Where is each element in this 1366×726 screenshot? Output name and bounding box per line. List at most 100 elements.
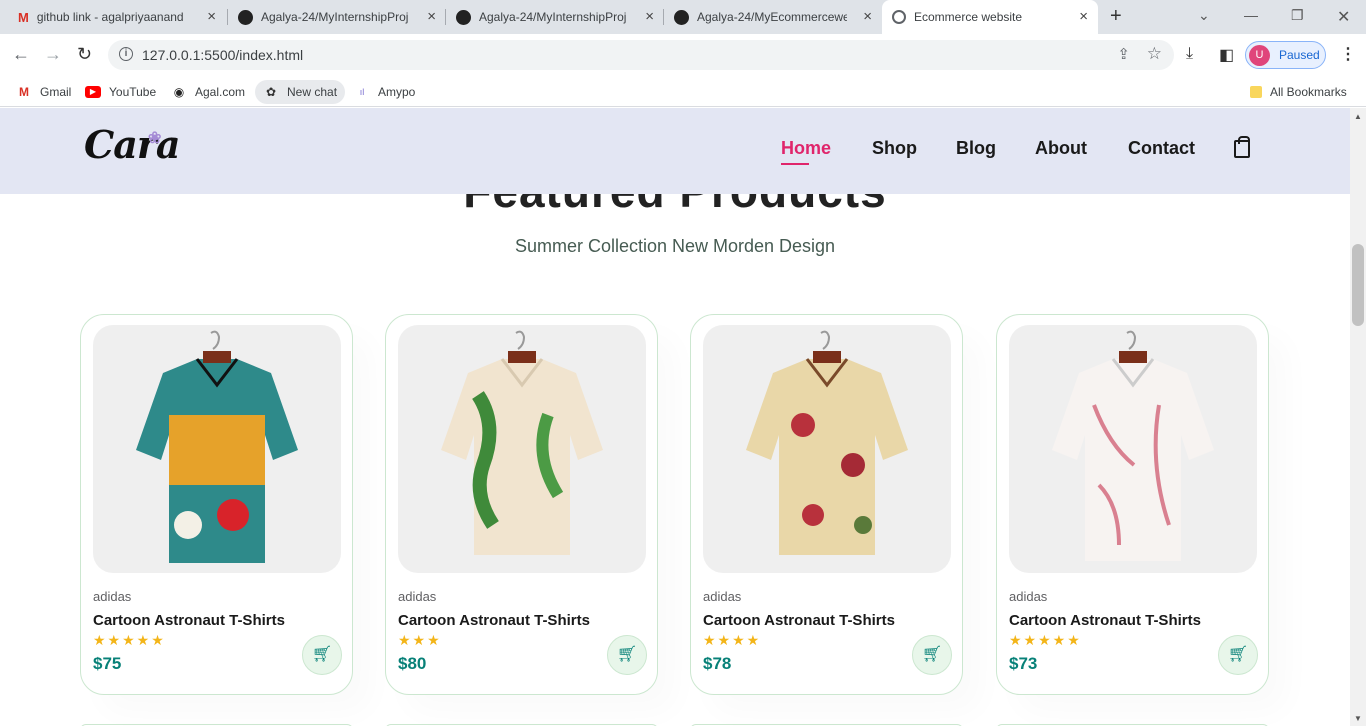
scroll-down-icon[interactable]: ▼ [1354, 714, 1362, 723]
section-subtitle: Summer Collection New Morden Design [514, 236, 836, 256]
new-tab-icon[interactable]: + [1110, 5, 1122, 28]
close-icon[interactable]: × [645, 9, 654, 24]
site-logo[interactable]: Cara ❀ [84, 122, 181, 167]
product-image[interactable] [1009, 325, 1257, 573]
nav-contact[interactable]: Contact [1128, 138, 1195, 159]
nav-about[interactable]: About [1035, 138, 1087, 159]
bookmarks-bar: M Gmail ▶ YouTube ◉ Agal.com ✿ New chat … [0, 76, 1366, 107]
shirt-image [441, 330, 603, 555]
menu-kebab-icon[interactable]: ⋮ [1340, 44, 1356, 64]
product-rating: ★★★ [398, 632, 442, 648]
product-card[interactable]: adidas Cartoon Astronaut T-Shirts ★★★ $8… [385, 314, 658, 695]
close-icon[interactable]: × [1079, 9, 1088, 24]
bookmark-amypo[interactable]: ıl Amypo [350, 80, 419, 104]
share-icon[interactable]: ⇪ [1117, 45, 1130, 63]
github-icon [456, 9, 471, 25]
globe-icon [892, 10, 906, 24]
globe-icon: ◉ [173, 85, 185, 99]
product-name[interactable]: Cartoon Astronaut T-Shirts [703, 612, 895, 629]
github-icon [238, 9, 253, 25]
browser-tab[interactable]: Agalya-24/MyEcommercewe × [664, 0, 882, 34]
minimize-icon[interactable]: — [1244, 7, 1258, 23]
tab-strip: M github link - agalpriyaanand × Agalya-… [0, 0, 1366, 34]
shopping-bag-icon[interactable] [1234, 136, 1250, 158]
bookmark-label: Amypo [378, 85, 416, 99]
add-to-cart-button[interactable]: 🛒︎ [912, 635, 952, 675]
folder-icon [1250, 86, 1262, 98]
download-icon[interactable]: ⤓ [1186, 45, 1193, 63]
bookmark-label: New chat [287, 85, 338, 99]
close-icon[interactable]: × [863, 9, 872, 24]
close-icon[interactable]: × [207, 9, 216, 24]
tab-search-icon[interactable]: ⌄ [1198, 7, 1210, 24]
gmail-icon: M [18, 9, 29, 25]
bookmark-youtube[interactable]: ▶ YouTube [81, 80, 160, 104]
product-name[interactable]: Cartoon Astronaut T-Shirts [93, 612, 285, 629]
close-icon[interactable]: × [427, 9, 436, 24]
product-card[interactable]: adidas Cartoon Astronaut T-Shirts ★★★★ $… [690, 314, 963, 695]
address-bar[interactable]: i 127.0.0.1:5500/index.html ⇪ ☆ [108, 40, 1174, 70]
shirt-image [1052, 330, 1214, 561]
chatgpt-icon: ✿ [265, 85, 277, 99]
add-to-cart-button[interactable]: 🛒︎ [302, 635, 342, 675]
bookmark-new-chat[interactable]: ✿ New chat [255, 80, 346, 104]
product-image[interactable] [93, 325, 341, 573]
bookmark-star-icon[interactable]: ☆ [1147, 44, 1162, 64]
product-image[interactable] [703, 325, 951, 573]
site-header: Cara ❀ Home Shop Blog About Contact [0, 108, 1350, 194]
product-brand: adidas [398, 589, 437, 604]
browser-toolbar: ← → ↻ i 127.0.0.1:5500/index.html ⇪ ☆ ⤓ … [0, 34, 1366, 76]
all-bookmarks[interactable]: All Bookmarks [1246, 80, 1351, 104]
tab-title: Agalya-24/MyInternshipProj [261, 10, 409, 24]
cart-icon: 🛒︎ [921, 646, 943, 663]
bookmark-label: Gmail [40, 85, 72, 99]
profile-button[interactable]: U Paused [1245, 41, 1326, 69]
product-brand: adidas [93, 589, 132, 604]
tab-title: Agalya-24/MyEcommercewe [697, 10, 847, 24]
cart-icon: 🛒︎ [1227, 646, 1249, 663]
add-to-cart-button[interactable]: 🛒︎ [1218, 635, 1258, 675]
logo-text: Cara [84, 122, 181, 167]
scrollbar-track[interactable] [1350, 108, 1366, 726]
scroll-up-icon[interactable]: ▲ [1354, 112, 1362, 121]
browser-tab[interactable]: Agalya-24/MyInternshipProj × [446, 0, 664, 34]
browser-tab-active[interactable]: Ecommerce website × [882, 0, 1098, 34]
tab-title: github link - agalpriyaanand [36, 10, 184, 24]
nav-shop[interactable]: Shop [872, 138, 917, 159]
bookmark-agal[interactable]: ◉ Agal.com [167, 80, 249, 104]
bookmark-label: Agal.com [195, 85, 246, 99]
product-brand: adidas [1009, 589, 1048, 604]
site-info-icon[interactable]: i [119, 47, 133, 61]
bookmark-gmail[interactable]: M Gmail [12, 80, 75, 104]
product-card[interactable]: adidas Cartoon Astronaut T-Shirts ★★★★★ … [996, 314, 1269, 695]
avatar: U [1249, 45, 1270, 66]
all-bookmarks-label: All Bookmarks [1270, 85, 1347, 99]
profile-status: Paused [1279, 48, 1320, 62]
nav-blog[interactable]: Blog [956, 138, 996, 159]
product-card[interactable]: adidas Cartoon Astronaut T-Shirts ★★★★★ … [80, 314, 353, 695]
nav-home[interactable]: Home [781, 138, 831, 165]
gmail-icon: M [19, 85, 29, 99]
close-window-icon[interactable]: ✕ [1337, 7, 1350, 27]
browser-tab[interactable]: M github link - agalpriyaanand × [8, 0, 226, 34]
product-price: $78 [703, 654, 732, 673]
bookmark-label: YouTube [109, 85, 157, 99]
reload-icon[interactable]: ↻ [77, 44, 92, 65]
browser-tab[interactable]: Agalya-24/MyInternshipProj × [228, 0, 446, 34]
forward-icon[interactable]: → [44, 44, 62, 65]
product-price: $75 [93, 654, 122, 673]
back-icon[interactable]: ← [12, 44, 30, 65]
url-text[interactable]: 127.0.0.1:5500/index.html [142, 47, 303, 63]
lavender-icon: ❀ [148, 128, 161, 147]
restore-icon[interactable]: ❐ [1291, 7, 1304, 24]
amypo-icon: ıl [359, 87, 365, 97]
product-rating: ★★★★ [703, 632, 762, 648]
product-name[interactable]: Cartoon Astronaut T-Shirts [1009, 612, 1201, 629]
product-name[interactable]: Cartoon Astronaut T-Shirts [398, 612, 590, 629]
scrollbar-thumb[interactable] [1352, 244, 1364, 326]
add-to-cart-button[interactable]: 🛒︎ [607, 635, 647, 675]
product-rating: ★★★★★ [1009, 632, 1082, 648]
cart-icon: 🛒︎ [311, 646, 333, 663]
side-panel-icon[interactable]: ◧ [1219, 45, 1234, 65]
product-image[interactable] [398, 325, 646, 573]
